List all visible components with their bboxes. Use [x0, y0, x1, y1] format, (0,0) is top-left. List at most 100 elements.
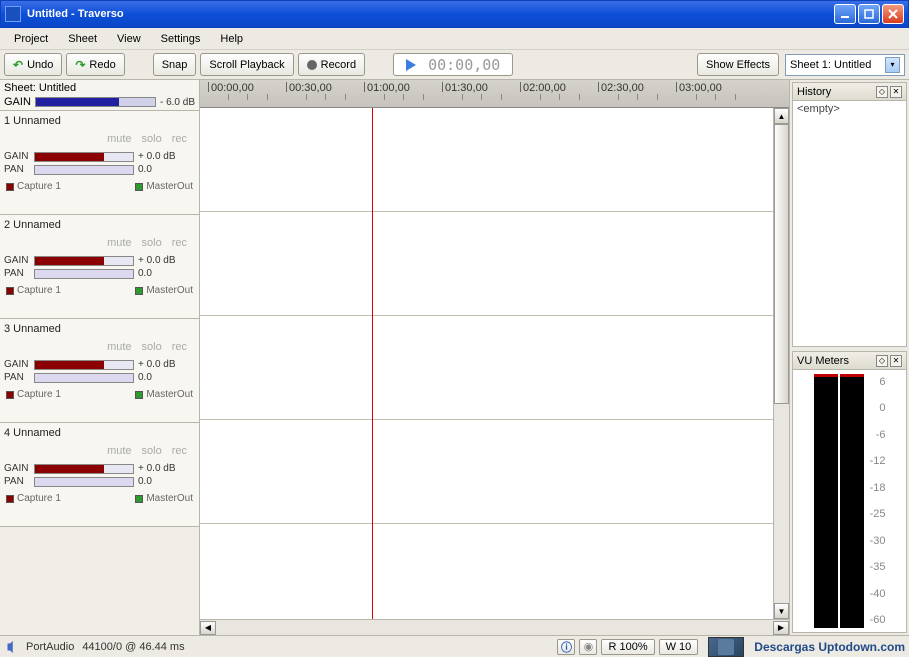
vu-scale-tick: -6 — [876, 429, 886, 441]
pan-slider[interactable] — [34, 477, 134, 487]
ruler-tick: 03:00,00 — [676, 82, 722, 92]
menu-settings[interactable]: Settings — [151, 31, 211, 47]
info-button[interactable]: ⓘ — [557, 639, 575, 655]
zoom-r-button[interactable]: R 100% — [601, 639, 654, 655]
maximize-button[interactable] — [858, 4, 880, 24]
history-title: History — [797, 86, 874, 98]
scroll-playback-button[interactable]: Scroll Playback — [200, 53, 293, 76]
rec-toggle[interactable]: rec — [172, 133, 187, 145]
history-empty-label: <empty> — [797, 103, 902, 115]
track-title: 3 Unnamed — [4, 323, 195, 335]
track-title: 1 Unnamed — [4, 115, 195, 127]
uptodown-logo — [708, 637, 744, 657]
undock-icon[interactable]: ◇ — [876, 86, 888, 98]
menu-project[interactable]: Project — [4, 31, 58, 47]
time-ruler[interactable]: 00:00,0000:30,0001:00,0001:30,0002:00,00… — [200, 80, 789, 108]
pan-slider[interactable] — [34, 373, 134, 383]
zoom-w-button[interactable]: W 10 — [659, 639, 699, 655]
menu-help[interactable]: Help — [210, 31, 253, 47]
record-icon — [307, 60, 317, 70]
track-output[interactable]: MasterOut — [135, 389, 193, 400]
sheet-gain-slider[interactable] — [35, 97, 156, 107]
solo-toggle[interactable]: solo — [142, 237, 162, 249]
close-button[interactable] — [882, 4, 904, 24]
solo-toggle[interactable]: solo — [142, 341, 162, 353]
track-input[interactable]: Capture 1 — [6, 181, 61, 192]
playback-time: 00:00,00 — [428, 56, 500, 74]
track-lane[interactable] — [200, 316, 789, 420]
vu-bar-right — [840, 374, 864, 628]
track-output[interactable]: MasterOut — [135, 181, 193, 192]
track-output[interactable]: MasterOut — [135, 285, 193, 296]
gain-value: + 0.0 dB — [138, 151, 176, 162]
solo-toggle[interactable]: solo — [142, 445, 162, 457]
pan-slider[interactable] — [34, 165, 134, 175]
ruler-tick: 02:00,00 — [520, 82, 566, 92]
mute-toggle[interactable]: mute — [107, 237, 131, 249]
output-icon — [135, 287, 143, 295]
scroll-playback-label: Scroll Playback — [209, 59, 284, 71]
track-headers-column: Sheet: Untitled GAIN - 6.0 dB 1 Unnamed … — [0, 80, 200, 635]
track-lane[interactable] — [200, 108, 789, 212]
input-icon — [6, 183, 14, 191]
panel-close-icon[interactable]: ✕ — [890, 86, 902, 98]
pan-value: 0.0 — [138, 268, 152, 279]
track-input[interactable]: Capture 1 — [6, 493, 61, 504]
track-title: 2 Unnamed — [4, 219, 195, 231]
show-effects-button[interactable]: Show Effects — [697, 53, 779, 76]
track-panel: 4 Unnamed mute solo rec GAIN + 0.0 dB PA… — [0, 423, 199, 527]
track-output[interactable]: MasterOut — [135, 493, 193, 504]
rec-toggle[interactable]: rec — [172, 445, 187, 457]
record-button[interactable]: Record — [298, 53, 365, 76]
play-icon[interactable] — [406, 59, 416, 71]
menu-sheet[interactable]: Sheet — [58, 31, 107, 47]
vertical-scrollbar[interactable]: ▲ ▼ — [773, 108, 789, 619]
gain-slider[interactable] — [34, 256, 134, 266]
pan-label: PAN — [4, 372, 30, 383]
undo-button[interactable]: ↶Undo — [4, 53, 62, 76]
mute-toggle[interactable]: mute — [107, 341, 131, 353]
ruler-tick: 01:30,00 — [442, 82, 488, 92]
sheet-selector[interactable]: Sheet 1: Untitled ▾ — [785, 54, 905, 76]
track-lane[interactable] — [200, 212, 789, 316]
gain-label: GAIN — [4, 359, 30, 370]
mute-toggle[interactable]: mute — [107, 445, 131, 457]
scroll-down-icon[interactable]: ▼ — [774, 603, 789, 619]
scroll-right-icon[interactable]: ▶ — [773, 621, 789, 635]
record-label: Record — [321, 59, 356, 71]
track-lane[interactable] — [200, 420, 789, 524]
track-input[interactable]: Capture 1 — [6, 389, 61, 400]
rec-toggle[interactable]: rec — [172, 341, 187, 353]
scrollbar-thumb[interactable] — [774, 124, 789, 404]
ruler-tick: 00:30,00 — [286, 82, 332, 92]
minimize-button[interactable] — [834, 4, 856, 24]
panel-close-icon[interactable]: ✕ — [890, 355, 902, 367]
mute-toggle[interactable]: mute — [107, 133, 131, 145]
timeline-area: 00:00,0000:30,0001:00,0001:30,0002:00,00… — [200, 80, 789, 635]
track-lane[interactable] — [200, 524, 789, 619]
track-panel: 3 Unnamed mute solo rec GAIN + 0.0 dB PA… — [0, 319, 199, 423]
horizontal-scrollbar[interactable]: ◀ ▶ — [200, 619, 789, 635]
app-icon — [5, 6, 21, 22]
vu-scale-tick: -12 — [870, 455, 886, 467]
tracks-canvas[interactable] — [200, 108, 789, 619]
window-titlebar: Untitled - Traverso — [0, 0, 909, 28]
cd-icon-button[interactable]: ◉ — [579, 639, 597, 655]
track-input[interactable]: Capture 1 — [6, 285, 61, 296]
snap-button[interactable]: Snap — [153, 53, 197, 76]
scroll-up-icon[interactable]: ▲ — [774, 108, 789, 124]
pan-slider[interactable] — [34, 269, 134, 279]
rec-toggle[interactable]: rec — [172, 237, 187, 249]
menu-view[interactable]: View — [107, 31, 151, 47]
window-title: Untitled - Traverso — [27, 8, 834, 20]
solo-toggle[interactable]: solo — [142, 133, 162, 145]
gain-slider[interactable] — [34, 152, 134, 162]
redo-button[interactable]: ↷Redo — [66, 53, 124, 76]
scroll-left-icon[interactable]: ◀ — [200, 621, 216, 635]
playhead[interactable] — [372, 108, 373, 619]
gain-slider[interactable] — [34, 464, 134, 474]
gain-slider[interactable] — [34, 360, 134, 370]
undock-icon[interactable]: ◇ — [876, 355, 888, 367]
pan-value: 0.0 — [138, 372, 152, 383]
brand-link[interactable]: Descargas Uptodown.com — [754, 640, 905, 654]
